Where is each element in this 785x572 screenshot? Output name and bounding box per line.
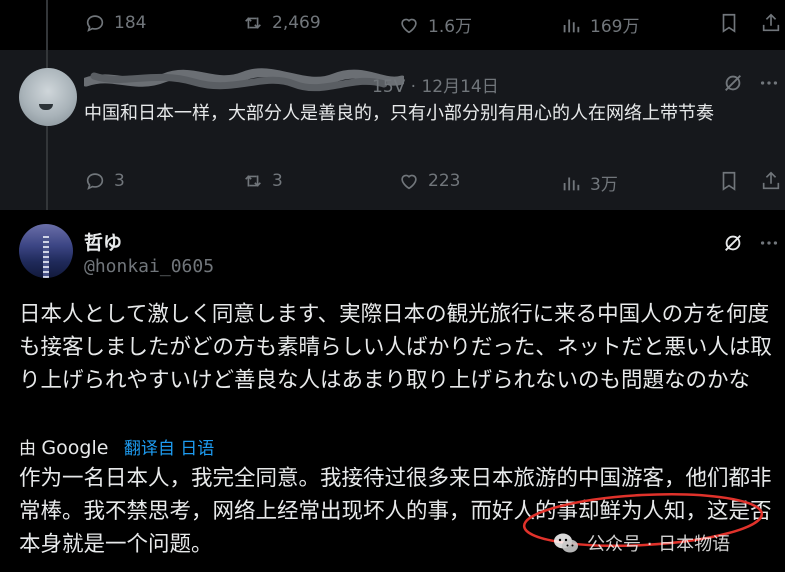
tweet-meta: 15V · 12月14日	[372, 77, 499, 97]
bookmark-icon	[718, 12, 740, 34]
watermark-text: 公众号 · 日本物语	[587, 534, 731, 555]
retweet-button[interactable]: 3	[242, 170, 283, 192]
main-tweet[interactable]: 哲ゆ @honkai_0605 日本人として激しく同意します、実際日本の観光旅行…	[0, 210, 785, 572]
tower-image	[43, 236, 49, 278]
avatar[interactable]	[19, 68, 77, 126]
retweet-count: 3	[272, 171, 283, 191]
translate-link[interactable]: 翻译自 日语	[124, 439, 214, 459]
reply-count: 184	[114, 13, 147, 33]
reply-count: 3	[114, 171, 125, 191]
thread-line	[46, 126, 48, 210]
share-button[interactable]	[760, 170, 782, 192]
google-logo: Google	[41, 437, 109, 459]
more-button[interactable]	[758, 72, 780, 94]
share-icon	[760, 12, 782, 34]
reply-icon	[84, 170, 106, 192]
retweet-icon	[242, 170, 264, 192]
more-button[interactable]	[758, 232, 780, 254]
share-icon	[760, 170, 782, 192]
like-count: 223	[428, 171, 461, 191]
avatar[interactable]	[19, 224, 73, 278]
heart-icon	[398, 14, 420, 36]
like-button[interactable]: 223	[398, 170, 460, 192]
wechat-icon	[553, 532, 579, 554]
views-count: 3万	[590, 175, 618, 195]
share-button[interactable]	[760, 12, 782, 34]
bookmark-button[interactable]	[718, 12, 740, 34]
tweet-text: 中国和日本一样，大部分人是善良的，只有小部分别有用心的人在网络上带节奏	[84, 103, 714, 124]
views-icon	[560, 14, 582, 36]
thread-line	[46, 50, 48, 68]
views-button[interactable]: 3万	[560, 170, 618, 195]
watermark: 公众号 · 日本物语	[553, 530, 730, 556]
previous-tweet-action-bar: 184 2,469 1.6万 169万	[0, 0, 785, 50]
translate-prefix: 由	[19, 439, 36, 459]
retweet-count: 2,469	[272, 13, 321, 33]
reply-button[interactable]: 3	[84, 170, 125, 192]
grok-button[interactable]	[722, 72, 744, 94]
user-handle[interactable]: @honkai_0605	[84, 256, 214, 277]
grok-button[interactable]	[722, 232, 744, 254]
tweet-text-original: 日本人として激しく同意します、実際日本の観光旅行に来る中国人の方を何度も接客しま…	[19, 302, 772, 393]
redacted-username	[84, 68, 404, 92]
retweet-icon	[242, 12, 264, 34]
display-name[interactable]: 哲ゆ	[84, 228, 122, 255]
reply-button[interactable]: 184	[84, 12, 146, 34]
more-icon	[758, 232, 780, 254]
heart-icon	[398, 170, 420, 192]
reply-icon	[84, 12, 106, 34]
bookmark-icon	[718, 170, 740, 192]
retweet-button[interactable]: 2,469	[242, 12, 321, 34]
grok-icon	[722, 72, 744, 94]
thread-line	[46, 0, 48, 50]
translation-bar: 由 Google 翻译自 日语	[19, 434, 214, 459]
views-icon	[560, 172, 582, 194]
like-count: 1.6万	[428, 17, 473, 37]
grok-icon	[722, 232, 744, 254]
reply-tweet[interactable]: 15V · 12月14日 中国和日本一样，大部分人是善良的，只有小部分别有用心的…	[0, 50, 785, 210]
views-count: 169万	[590, 17, 640, 37]
views-button[interactable]: 169万	[560, 12, 639, 37]
like-button[interactable]: 1.6万	[398, 12, 472, 37]
boat-icon	[39, 104, 53, 110]
more-icon	[758, 72, 780, 94]
bookmark-button[interactable]	[718, 170, 740, 192]
